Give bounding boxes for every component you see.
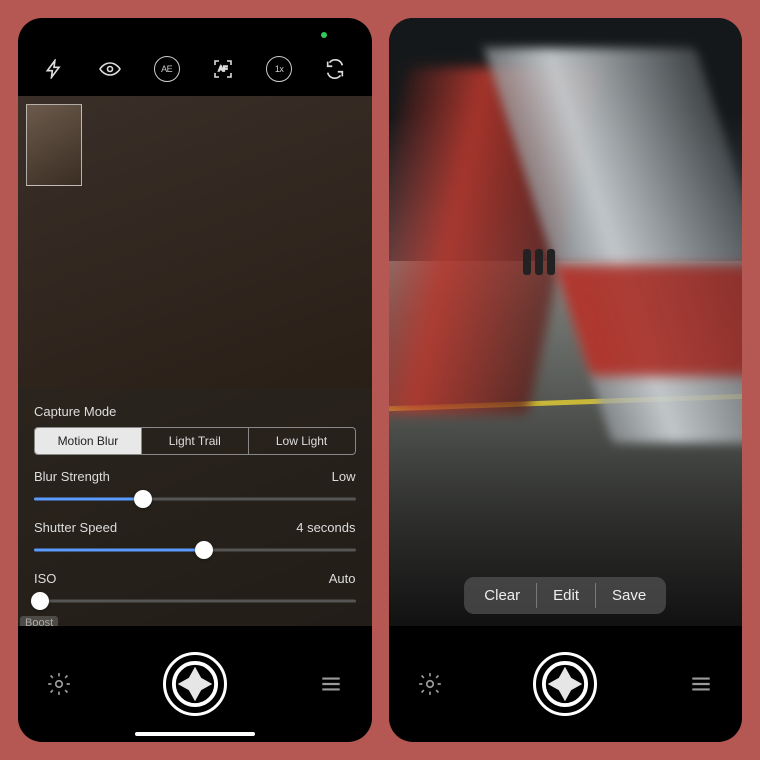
af-focus-button[interactable]: AF [210,56,236,82]
camera-top-toolbar: AE AF 1x [18,18,372,96]
save-button[interactable]: Save [595,583,662,608]
shutter-button[interactable] [163,652,227,716]
iso-label: ISO [34,571,56,586]
capture-mode-segmented[interactable]: Motion Blur Light Trail Low Light [34,427,356,455]
gallery-list-icon[interactable] [318,671,344,697]
blur-strength-label: Blur Strength [34,469,110,484]
mode-motion-blur[interactable]: Motion Blur [35,428,142,454]
camera-bottom-bar [18,626,372,742]
blur-strength-slider[interactable] [34,488,356,510]
recording-indicator-dot [321,32,327,38]
svg-text:AF: AF [218,66,227,73]
ae-lock-button[interactable]: AE [154,56,180,82]
shutter-speed-label: Shutter Speed [34,520,117,535]
camera-viewfinder[interactable]: Capture Mode Motion Blur Light Trail Low… [18,96,372,626]
capture-mode-label: Capture Mode [34,404,356,419]
shutter-speed-row: Shutter Speed 4 seconds [34,520,356,535]
gallery-list-icon[interactable] [688,671,714,697]
settings-gear-icon[interactable] [46,671,72,697]
result-bottom-bar [389,626,743,742]
settings-gear-icon[interactable] [417,671,443,697]
iso-slider[interactable] [34,590,356,612]
photo-action-bar: Clear Edit Save [464,577,666,614]
mode-light-trail[interactable]: Light Trail [142,428,249,454]
zoom-1x-button[interactable]: 1x [266,56,292,82]
last-capture-thumbnail[interactable] [26,104,82,186]
iso-value: Auto [329,571,356,586]
mode-low-light[interactable]: Low Light [249,428,355,454]
boost-tag[interactable]: Boost [20,616,58,626]
iso-row: ISO Auto [34,571,356,586]
home-indicator[interactable] [135,732,255,736]
switch-camera-icon[interactable] [322,56,348,82]
capture-settings-panel: Capture Mode Motion Blur Light Trail Low… [18,388,372,626]
shutter-button[interactable] [533,652,597,716]
flash-icon[interactable] [41,56,67,82]
clear-button[interactable]: Clear [468,583,536,608]
blur-strength-row: Blur Strength Low [34,469,356,484]
eye-preview-icon[interactable] [97,56,123,82]
edit-button[interactable]: Edit [536,583,595,608]
blur-strength-value: Low [332,469,356,484]
camera-app-capture-screen: AE AF 1x Capture Mode Motion Blur Light … [18,18,372,742]
captured-photo-preview[interactable]: Clear Edit Save [389,18,743,626]
shutter-speed-slider[interactable] [34,539,356,561]
camera-app-result-screen: Clear Edit Save [389,18,743,742]
shutter-speed-value: 4 seconds [296,520,355,535]
